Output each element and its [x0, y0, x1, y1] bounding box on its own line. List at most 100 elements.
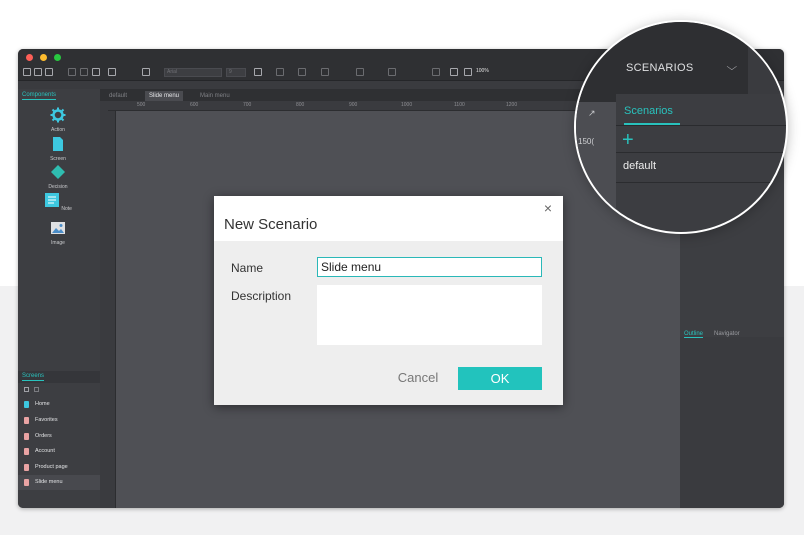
chevron-down-icon[interactable]: ⌵: [726, 62, 737, 73]
component-label: Screen: [50, 156, 66, 162]
ruler-label: 600: [190, 102, 199, 108]
screen-item-product-page[interactable]: Product page: [18, 460, 100, 475]
fill-icon[interactable]: [356, 68, 364, 76]
magnified-scenarios-panel: ↗ 150( SCENARIOS ⌵ Scenarios + default: [574, 20, 788, 234]
paste-icon[interactable]: [92, 68, 100, 76]
screen-item-label: Account: [35, 448, 55, 454]
screen-file-icon: [24, 464, 29, 471]
copy-icon[interactable]: [68, 68, 76, 76]
vertical-ruler: [108, 111, 116, 508]
screen-file-icon: [24, 417, 29, 424]
ruler-label: 700: [243, 102, 252, 108]
tab-screens[interactable]: Screens: [22, 373, 45, 381]
magnified-ruler-label: 150(: [578, 137, 595, 146]
home-screen-icon: [24, 401, 29, 408]
description-label: Description: [231, 289, 292, 303]
document-icon: [53, 137, 63, 151]
link-icon[interactable]: [432, 68, 440, 76]
maximize-window-button[interactable]: [54, 54, 61, 61]
screen-file-icon: [24, 433, 29, 440]
component-label: Note: [61, 206, 72, 212]
ruler-label: 500: [137, 102, 146, 108]
dialog-title: New Scenario: [224, 216, 318, 233]
divider: [616, 152, 786, 153]
scenario-name-input[interactable]: [317, 257, 542, 277]
bold-icon[interactable]: [254, 68, 262, 76]
device-icon[interactable]: [464, 68, 472, 76]
component-note[interactable]: Note: [43, 192, 73, 212]
tab-underline-divider: [616, 125, 786, 126]
expand-icon[interactable]: ↗: [588, 108, 596, 119]
diamond-icon: [51, 165, 65, 179]
scenario-item-default[interactable]: default: [623, 160, 656, 172]
note-icon: [45, 193, 60, 207]
screen-item-home[interactable]: Home: [18, 397, 100, 412]
close-window-button[interactable]: [26, 54, 33, 61]
name-label: Name: [231, 261, 264, 275]
open-folder-icon[interactable]: [34, 68, 42, 76]
cancel-button[interactable]: Cancel: [394, 367, 442, 389]
pen-icon[interactable]: [450, 68, 458, 76]
list-view-icon[interactable]: [24, 387, 29, 392]
align-left-icon[interactable]: [276, 68, 284, 76]
undo-icon[interactable]: [108, 68, 116, 76]
ruler-label: 1100: [454, 102, 465, 108]
scenarios-menu-title[interactable]: SCENARIOS: [626, 62, 694, 74]
divider: [616, 182, 786, 183]
ok-button[interactable]: OK: [458, 367, 542, 390]
component-label: Decision: [48, 184, 68, 190]
align-center-icon[interactable]: [298, 68, 306, 76]
close-icon[interactable]: ×: [541, 201, 555, 215]
screen-item-favorites[interactable]: Favorites: [18, 413, 100, 428]
screen-item-label: Slide menu: [35, 479, 63, 485]
header-side-area: [748, 22, 786, 94]
outline-panel: Outline Navigator: [680, 331, 784, 508]
ruler-label: 1200: [506, 102, 518, 108]
connector-icon[interactable]: [142, 68, 150, 76]
screen-item-orders[interactable]: Orders: [18, 429, 100, 444]
add-scenario-button[interactable]: +: [622, 130, 634, 150]
gear-icon: [50, 107, 66, 123]
component-screen[interactable]: Screen: [43, 136, 73, 162]
zoom-select[interactable]: 100%: [474, 68, 504, 77]
component-label: Image: [51, 240, 65, 246]
download-icon[interactable]: [45, 68, 53, 76]
component-label: Action: [51, 127, 65, 133]
ruler-label: 800: [296, 102, 305, 108]
tab-default[interactable]: default: [105, 91, 131, 101]
image-icon: [51, 222, 65, 234]
screen-item-label: Home: [35, 401, 50, 407]
tab-components[interactable]: Components: [22, 92, 57, 100]
new-file-icon[interactable]: [23, 68, 31, 76]
screens-header: Screens: [18, 371, 100, 383]
cut-icon[interactable]: [80, 68, 88, 76]
ruler-label: 1000: [401, 102, 413, 108]
screen-file-icon: [24, 479, 29, 486]
grid-view-icon[interactable]: [34, 387, 39, 392]
tab-main-menu[interactable]: Main menu: [196, 91, 234, 101]
screen-item-label: Product page: [35, 464, 68, 470]
tab-outline[interactable]: Outline: [684, 331, 704, 338]
tab-navigator[interactable]: Navigator: [714, 331, 740, 337]
tab-scenarios[interactable]: Scenarios: [624, 105, 680, 125]
line-color-icon[interactable]: [388, 68, 396, 76]
component-image[interactable]: Image: [43, 220, 73, 246]
magnified-ruler-corner: [576, 22, 616, 102]
tab-slide-menu[interactable]: Slide menu: [145, 91, 184, 101]
component-action[interactable]: Action: [43, 107, 73, 133]
screen-file-icon: [24, 448, 29, 455]
left-panel: Components Action Screen Decision Note I…: [18, 89, 100, 508]
text-color-icon[interactable]: [321, 68, 329, 76]
screen-item-account[interactable]: Account: [18, 444, 100, 459]
dialog-header: New Scenario ×: [214, 196, 563, 241]
screen-item-label: Orders: [35, 433, 52, 439]
screen-item-slide-menu[interactable]: Slide menu: [18, 475, 100, 490]
ruler-label: 900: [349, 102, 358, 108]
font-size-select[interactable]: 9: [226, 68, 246, 77]
minimize-window-button[interactable]: [40, 54, 47, 61]
screen-item-label: Favorites: [35, 417, 58, 423]
font-family-select[interactable]: Arial: [164, 68, 222, 77]
new-scenario-dialog: New Scenario × Name Description Cancel O…: [214, 196, 563, 405]
component-decision[interactable]: Decision: [43, 164, 73, 190]
description-textarea[interactable]: [317, 285, 542, 345]
